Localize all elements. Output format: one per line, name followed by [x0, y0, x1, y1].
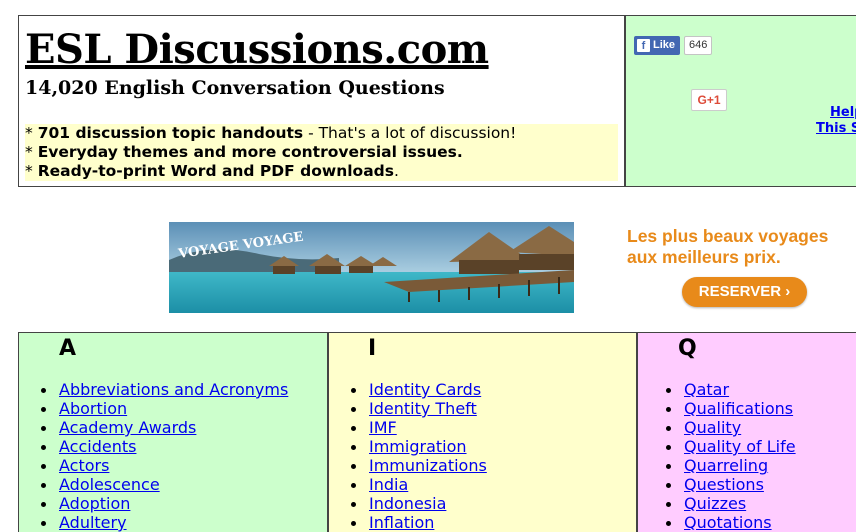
topic-link[interactable]: Adolescence [59, 475, 160, 494]
resort-photo: VOYAGE VOYAGE [169, 222, 574, 313]
topic-link[interactable]: Quizzes [684, 494, 746, 513]
list-item: Qatar [665, 380, 796, 399]
promo-bold: Ready-to-print Word and PDF downloads [37, 162, 394, 180]
topic-link[interactable]: Identity Cards [369, 380, 481, 399]
promo-line: * 701 discussion topic handouts - That's… [25, 124, 618, 143]
topic-column-a: A Abbreviations and Acronyms Abortion Ac… [19, 333, 329, 532]
list-item: Immigration [350, 437, 487, 456]
topic-link[interactable]: Immigration [369, 437, 467, 456]
column-letter: Q [678, 336, 697, 361]
like-label: Like [653, 38, 676, 51]
list-item: Quizzes [665, 494, 796, 513]
site-title[interactable]: ESL Discussions.com [25, 26, 489, 74]
site-header: ESL Discussions.com 14,020 English Conve… [18, 15, 856, 187]
list-item: Quarreling [665, 456, 796, 475]
facebook-like-button[interactable]: f Like [634, 35, 681, 55]
promo-box: * 701 discussion topic handouts - That's… [25, 124, 618, 181]
topic-link[interactable]: Abbreviations and Acronyms [59, 380, 288, 399]
topic-link[interactable]: Quality of Life [684, 437, 796, 456]
promo-bullet: * [25, 143, 33, 161]
help-link[interactable]: Help [816, 105, 856, 121]
topic-link[interactable]: Identity Theft [369, 399, 477, 418]
list-item: Identity Theft [350, 399, 487, 418]
reserve-button[interactable]: RESERVER › [682, 277, 807, 307]
promo-line: * Ready-to-print Word and PDF downloads. [25, 162, 618, 181]
topic-link[interactable]: Accidents [59, 437, 136, 456]
topic-link[interactable]: Academy Awards [59, 418, 196, 437]
ad-line-1: Les plus beaux voyages [627, 226, 829, 246]
topic-link[interactable]: Quarreling [684, 456, 768, 475]
topic-list: Qatar Qualifications Quality Quality of … [665, 380, 796, 532]
list-item: Abbreviations and Acronyms [40, 380, 288, 399]
promo-rest: . [393, 162, 399, 180]
promo-bold: Everyday themes and more controversial i… [37, 143, 463, 161]
list-item: Adoption [40, 494, 288, 513]
list-item: Identity Cards [350, 380, 487, 399]
list-item: Immunizations [350, 456, 487, 475]
like-count: 646 [684, 35, 713, 55]
column-letter: I [368, 336, 377, 361]
this-site-link[interactable]: This S [816, 121, 856, 137]
list-item: Quality of Life [665, 437, 796, 456]
ad-banner-image[interactable]: VOYAGE VOYAGE [169, 222, 574, 313]
list-item: Academy Awards [40, 418, 288, 437]
topic-link[interactable]: Immunizations [369, 456, 487, 475]
topic-link[interactable]: Questions [684, 475, 764, 494]
list-item: Actors [40, 456, 288, 475]
topic-link[interactable]: Abortion [59, 399, 127, 418]
topic-column-i: I Identity Cards Identity Theft IMF Immi… [329, 333, 638, 532]
help-links: Help This S [816, 105, 856, 137]
list-item: Quality [665, 418, 796, 437]
list-item: Questions [665, 475, 796, 494]
list-item: Abortion [40, 399, 288, 418]
list-item: Indonesia [350, 494, 487, 513]
topic-link[interactable]: India [369, 475, 408, 494]
topic-list: Abbreviations and Acronyms Abortion Acad… [40, 380, 288, 532]
header-branding: ESL Discussions.com 14,020 English Conve… [19, 16, 626, 186]
promo-rest: - That's a lot of discussion! [303, 124, 517, 142]
ad-copy[interactable]: Les plus beaux voyages aux meilleurs pri… [627, 226, 828, 268]
column-letter: A [59, 336, 77, 361]
facebook-like-widget: f Like 646 [634, 35, 713, 55]
topic-link[interactable]: Quality [684, 418, 741, 437]
list-item: Accidents [40, 437, 288, 456]
promo-bold: 701 discussion topic handouts [37, 124, 304, 142]
promo-bullet: * [25, 162, 33, 180]
social-panel: f Like 646 G+1 Help This S [626, 16, 856, 186]
topic-link[interactable]: Adoption [59, 494, 130, 513]
ad-line-2: aux meilleurs prix. [627, 247, 781, 267]
topic-list: Identity Cards Identity Theft IMF Immigr… [350, 380, 487, 532]
list-item: Qualifications [665, 399, 796, 418]
topic-link[interactable]: IMF [369, 418, 397, 437]
list-item: Adolescence [40, 475, 288, 494]
site-subtitle: 14,020 English Conversation Questions [25, 77, 445, 99]
list-item: IMF [350, 418, 487, 437]
facebook-icon: f [637, 38, 650, 52]
list-item: India [350, 475, 487, 494]
promo-bullet: * [25, 124, 33, 142]
topic-link[interactable]: Qatar [684, 380, 729, 399]
topic-link[interactable]: Indonesia [369, 494, 446, 513]
topic-link[interactable]: Actors [59, 456, 109, 475]
topic-column-q: Q Qatar Qualifications Quality Quality o… [638, 333, 856, 532]
google-plus-button[interactable]: G+1 [691, 89, 727, 111]
promo-line: * Everyday themes and more controversial… [25, 143, 618, 162]
topics-table: A Abbreviations and Acronyms Abortion Ac… [18, 332, 856, 532]
topic-link[interactable]: Qualifications [684, 399, 793, 418]
